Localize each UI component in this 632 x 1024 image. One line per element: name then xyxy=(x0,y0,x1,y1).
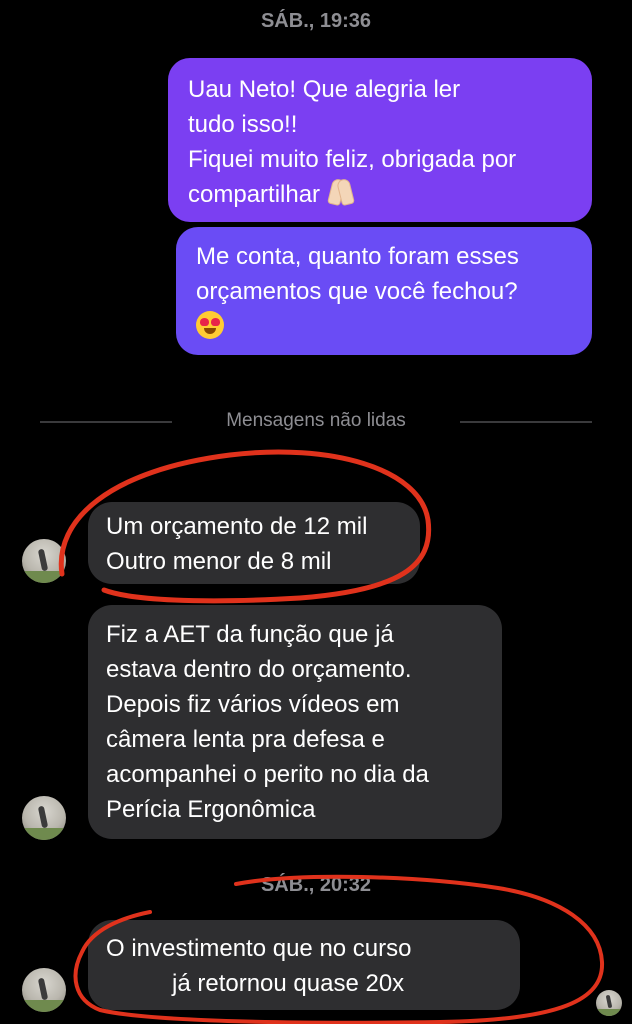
message-line: tudo isso!! xyxy=(188,111,298,138)
message-line-with-emoji: compartilhar xyxy=(188,177,572,212)
message-line: acompanhei o perito no dia da xyxy=(106,761,429,788)
message-line: Um orçamento de 12 mil xyxy=(106,513,368,540)
folded-hands-emoji-icon xyxy=(327,179,355,207)
read-receipt-avatar-icon xyxy=(596,990,622,1016)
outgoing-message[interactable]: Uau Neto! Que alegria ler tudo isso!! Fi… xyxy=(168,58,592,222)
timestamp: SÁB., 20:32 xyxy=(260,874,372,896)
heart-eyes-emoji-icon xyxy=(196,311,224,339)
message-line: Perícia Ergonômica xyxy=(106,796,316,823)
message-line: Depois fiz vários vídeos em xyxy=(106,691,400,718)
message-line: O investimento que no curso xyxy=(106,935,412,962)
message-line: orçamentos que você fechou? xyxy=(196,278,518,305)
contact-avatar-icon[interactable] xyxy=(22,968,66,1012)
message-line: estava dentro do orçamento. xyxy=(106,656,412,683)
message-line: compartilhar xyxy=(188,181,321,208)
outgoing-message[interactable]: Me conta, quanto foram esses orçamentos … xyxy=(176,227,592,355)
emoji-line xyxy=(196,309,572,344)
message-line: Fiquei muito feliz, obrigada por xyxy=(188,146,517,173)
divider-line-right xyxy=(460,421,592,423)
message-line: Outro menor de 8 mil xyxy=(106,548,332,575)
incoming-message[interactable]: O investimento que no curso já retornou … xyxy=(88,920,520,1010)
incoming-message[interactable]: Fiz a AET da função que já estava dentro… xyxy=(88,605,502,839)
timestamp: SÁB., 19:36 xyxy=(260,10,372,32)
message-line: câmera lenta pra defesa e xyxy=(106,726,385,753)
message-line: já retornou quase 20x xyxy=(172,970,405,997)
incoming-message[interactable]: Um orçamento de 12 mil Outro menor de 8 … xyxy=(88,502,420,584)
message-line: Me conta, quanto foram esses xyxy=(196,243,519,270)
contact-avatar-icon[interactable] xyxy=(22,796,66,840)
message-line: Fiz a AET da função que já xyxy=(106,621,394,648)
message-line: Uau Neto! Que alegria ler xyxy=(188,76,461,103)
contact-avatar-icon[interactable] xyxy=(22,539,66,583)
